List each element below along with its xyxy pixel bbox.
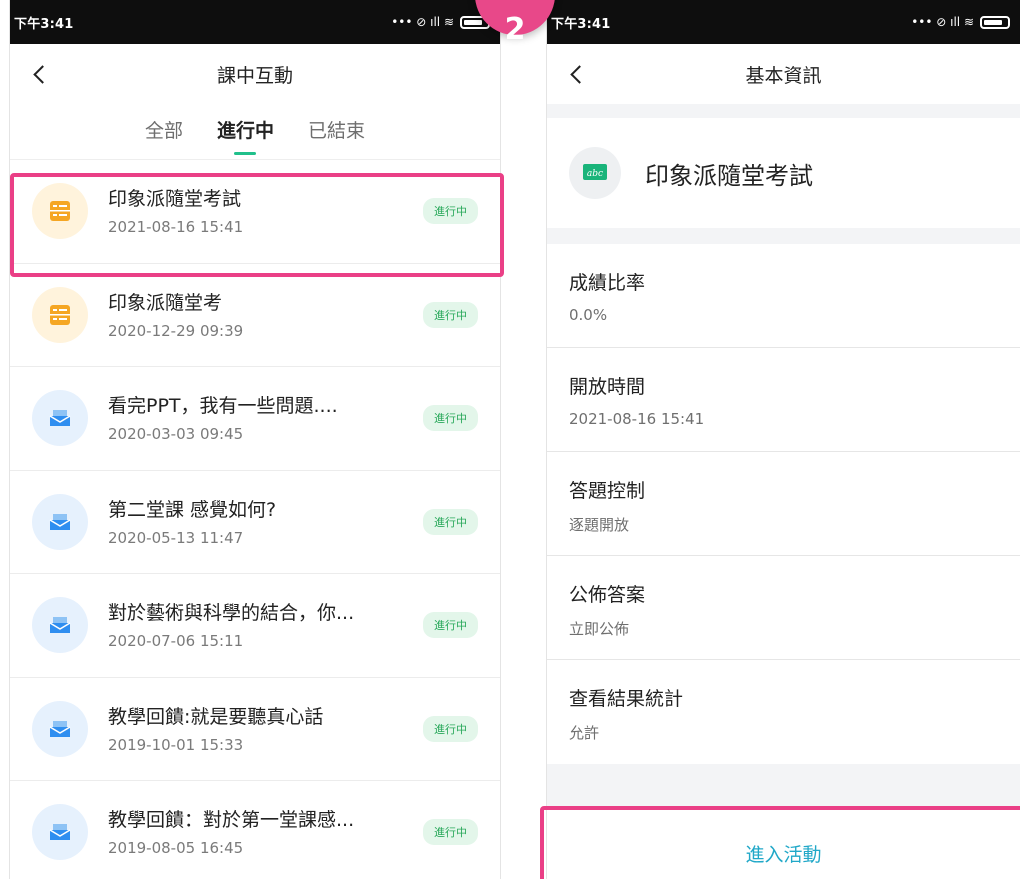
status-badge: 進行中 [423, 612, 478, 639]
info-value: 允許 [569, 724, 600, 742]
status-badge: 進行中 [423, 405, 478, 432]
message-icon [32, 493, 88, 550]
tab-ended[interactable]: 已結束 [308, 116, 365, 143]
nav-bar: 課中互動 [10, 44, 500, 104]
battery-icon [980, 15, 1010, 29]
info-label: 查看結果統計 [569, 688, 684, 710]
status-icons: ••• ⊘ ıll ≋ [911, 15, 1010, 29]
message-icon [32, 597, 88, 654]
quiz-icon [32, 183, 88, 240]
activity-header: abc 印象派隨堂考試 [547, 118, 1020, 228]
tab-all[interactable]: 全部 [145, 116, 183, 143]
tab-in-progress[interactable]: 進行中 [217, 116, 274, 143]
status-bar: 下午3:41 ••• ⊘ ıll ≋ [547, 0, 1020, 44]
message-icon [32, 804, 88, 861]
list-item[interactable]: 第二堂課 感覺如何? 2020-05-13 11:47 進行中 [10, 471, 500, 574]
status-badge: 進行中 [423, 819, 478, 846]
status-badge: 進行中 [423, 301, 478, 328]
message-icon [32, 700, 88, 757]
info-row-score-ratio: 成績比率 0.0% [547, 244, 1020, 348]
page-title: 基本資訊 [745, 64, 822, 87]
list-item[interactable]: 看完PPT，我有一些問題.... 2020-03-03 09:45 進行中 [10, 367, 500, 471]
info-value: 立即公佈 [569, 620, 630, 638]
info-value: 0.0% [569, 306, 608, 324]
info-label: 開放時間 [569, 376, 646, 398]
info-label: 答題控制 [569, 480, 646, 502]
info-row-answer-control: 答題控制 逐題開放 [547, 452, 1020, 556]
quiz-icon: abc [569, 147, 621, 199]
activity-title: 印象派隨堂考試 [645, 161, 813, 190]
status-bar: 下午3:41 ••• ⊘ ıll ≋ [10, 0, 500, 44]
enter-activity-button[interactable]: 進入活動 [547, 810, 1020, 879]
right-phone-screen: 下午3:41 ••• ⊘ ıll ≋ 基本資訊 abc 印象派隨堂考試 成績比率… [546, 0, 1020, 879]
status-badge: 進行中 [423, 508, 478, 535]
signal-icon: ••• ⊘ ıll ≋ [911, 15, 974, 29]
info-row-open-time: 開放時間 2021-08-16 15:41 [547, 348, 1020, 452]
list-item[interactable]: 印象派隨堂考試 2021-08-16 15:41 進行中 [10, 160, 500, 264]
filter-tabs: 全部 進行中 已結束 [10, 104, 500, 160]
signal-icon: ••• ⊘ ıll ≋ [391, 15, 454, 29]
info-row-publish-answer: 公佈答案 立即公佈 [547, 556, 1020, 660]
info-value: 2021-08-16 15:41 [569, 410, 705, 428]
list-item[interactable]: 印象派隨堂考 2020-12-29 09:39 進行中 [10, 264, 500, 367]
back-button[interactable] [32, 65, 50, 83]
info-label: 公佈答案 [569, 584, 646, 606]
list-item[interactable]: 教學回饋:就是要聽真心話 2019-10-01 15:33 進行中 [10, 678, 500, 781]
list-item[interactable]: 教學回饋：對於第一堂課感... 2019-08-05 16:45 進行中 [10, 781, 500, 879]
status-icons: ••• ⊘ ıll ≋ [391, 15, 490, 29]
info-list: 成績比率 0.0% 開放時間 2021-08-16 15:41 答題控制 逐題開… [547, 244, 1020, 764]
list-item[interactable]: 對於藝術與科學的結合，你... 2020-07-06 15:11 進行中 [10, 574, 500, 678]
activity-list: 印象派隨堂考試 2021-08-16 15:41 進行中 印象派隨堂考 2020… [10, 160, 500, 879]
info-row-view-stats: 查看結果統計 允許 [547, 660, 1020, 764]
status-badge: 進行中 [423, 715, 478, 742]
quiz-icon [32, 286, 88, 343]
info-label: 成績比率 [569, 272, 646, 294]
left-phone-screen: 下午3:41 ••• ⊘ ıll ≋ 課中互動 全部 進行中 已結束 印象派隨堂… [9, 0, 501, 879]
message-icon [32, 390, 88, 447]
svg-text:abc: abc [587, 169, 603, 179]
nav-bar: 基本資訊 [547, 44, 1020, 104]
back-button[interactable] [569, 65, 587, 83]
page-title: 課中互動 [216, 64, 293, 87]
status-time: 下午3:41 [551, 16, 611, 32]
status-time: 下午3:41 [14, 16, 74, 32]
status-badge: 進行中 [423, 198, 478, 225]
info-value: 逐題開放 [569, 516, 630, 534]
